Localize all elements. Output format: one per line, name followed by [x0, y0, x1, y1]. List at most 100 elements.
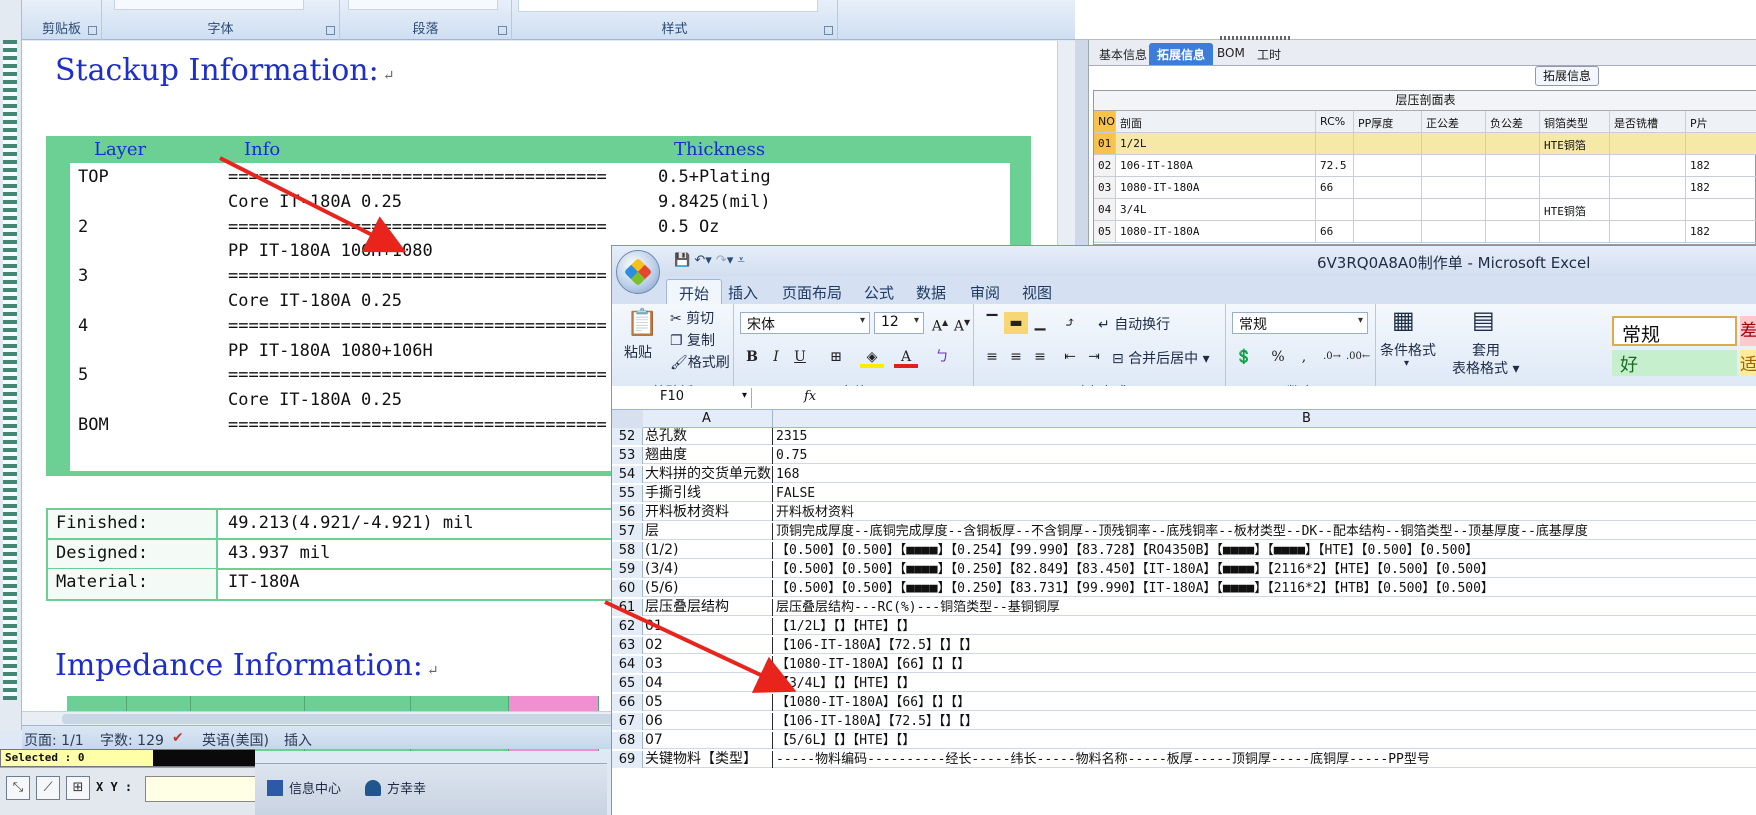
- sheet-grid[interactable]: 52 总孔数 2315 53 翘曲度 0.75 54 大料拼的交货单元数 168 55 手撕引线 FA…: [612, 428, 1756, 815]
- zoom-box-icon[interactable]: ⤡: [6, 776, 30, 800]
- save-icon[interactable]: 💾: [674, 253, 690, 268]
- cell-a[interactable]: 03: [643, 656, 773, 673]
- word-ribbon-group-font[interactable]: 字体: [102, 0, 340, 40]
- grid-cell[interactable]: [1486, 133, 1540, 155]
- grid-icon[interactable]: ⊞: [66, 776, 90, 800]
- row-header[interactable]: 60: [612, 580, 643, 597]
- grid-cell[interactable]: 182: [1686, 221, 1756, 243]
- grid-cell[interactable]: [1422, 155, 1486, 177]
- cell-a[interactable]: 07: [643, 732, 773, 749]
- cell-b[interactable]: 顶铜完成厚度--底铜完成厚度--含铜板厚--不含铜厚--顶残铜率--底残铜率--…: [774, 523, 1756, 540]
- grid-cell[interactable]: [1486, 155, 1540, 177]
- cell-a[interactable]: 05: [643, 694, 773, 711]
- select-all-corner[interactable]: [612, 410, 643, 428]
- sheet-row[interactable]: 68 07 【5/6L】【】【HTE】【】: [612, 732, 1756, 749]
- grid-cell[interactable]: [1486, 221, 1540, 243]
- style-neutral-cell[interactable]: 适: [1740, 350, 1756, 376]
- style-bad-cell[interactable]: 差: [1740, 316, 1756, 346]
- grid-cell[interactable]: [1316, 133, 1354, 155]
- sheet-row[interactable]: 52 总孔数 2315: [612, 428, 1756, 445]
- erp-tab[interactable]: 基本信息: [1091, 43, 1155, 65]
- row-header[interactable]: 63: [612, 637, 643, 654]
- spellcheck-icon[interactable]: ✔: [172, 730, 184, 746]
- percent-icon[interactable]: %: [1266, 346, 1290, 368]
- wrap-text-button[interactable]: ↵ 自动换行: [1098, 314, 1170, 334]
- grid-cell[interactable]: [1486, 199, 1540, 221]
- cell-a[interactable]: 总孔数: [643, 428, 773, 445]
- comma-icon[interactable]: ,: [1292, 346, 1316, 368]
- quick-access-toolbar[interactable]: 💾 ↶▾ ↷▾ ⩡: [674, 253, 745, 268]
- sheet-row[interactable]: 64 03 【1080-IT-180A】【66】【】【】: [612, 656, 1756, 673]
- cell-a[interactable]: 层: [643, 523, 773, 540]
- font-size-select[interactable]: 12 ▾: [874, 312, 924, 334]
- xy-input[interactable]: [145, 776, 257, 802]
- grid-header-cell[interactable]: P片: [1686, 111, 1756, 133]
- cell-a[interactable]: (3/4): [643, 561, 773, 578]
- sheet-row[interactable]: 58 (1/2) 【0.500】【0.500】【■■■■】【0.254】【99.99…: [612, 542, 1756, 559]
- grow-font-icon[interactable]: A▲: [928, 312, 952, 335]
- row-header[interactable]: 53: [612, 447, 643, 464]
- row-header[interactable]: 68: [612, 732, 643, 749]
- sheet-row[interactable]: 56 开料板材资料 开料板材资料: [612, 504, 1756, 521]
- grid-header-cell[interactable]: 是否铣槽: [1610, 111, 1686, 133]
- grid-cell[interactable]: 66: [1316, 177, 1354, 199]
- sheet-row[interactable]: 59 (3/4) 【0.500】【0.500】【■■■■】【0.250】【82.84…: [612, 561, 1756, 578]
- row-header[interactable]: 54: [612, 466, 643, 483]
- paste-button[interactable]: 粘贴: [624, 342, 652, 362]
- grid-cell[interactable]: [1486, 177, 1540, 199]
- row-header[interactable]: 64: [612, 656, 643, 673]
- font-color-icon[interactable]: A: [894, 346, 918, 368]
- align-top-icon[interactable]: ▔: [980, 312, 1004, 334]
- increase-decimal-icon[interactable]: .0→: [1320, 346, 1344, 368]
- excel-tab[interactable]: 页面布局: [782, 282, 842, 303]
- erp-tab[interactable]: 工时: [1249, 43, 1289, 65]
- row-header[interactable]: 62: [612, 618, 643, 635]
- cell-a[interactable]: 手撕引线: [643, 485, 773, 502]
- grid-row-number[interactable]: 02: [1094, 155, 1116, 177]
- excel-tab[interactable]: 插入: [728, 282, 758, 303]
- border-icon[interactable]: ⊞: [824, 346, 848, 368]
- grid-cell[interactable]: [1540, 221, 1610, 243]
- row-header[interactable]: 65: [612, 675, 643, 692]
- row-header[interactable]: 58: [612, 542, 643, 559]
- grid-cell[interactable]: [1610, 177, 1686, 199]
- sheet-row[interactable]: 61 层压叠层结构 层压叠层结构---RC(%)---铜箔类型--基铜铜厚: [612, 599, 1756, 616]
- cell-b[interactable]: 层压叠层结构---RC(%)---铜箔类型--基铜铜厚: [774, 599, 1756, 616]
- grid-header-cell[interactable]: NO: [1094, 111, 1116, 133]
- row-header[interactable]: 69: [612, 751, 643, 768]
- decrease-decimal-icon[interactable]: .00←: [1346, 346, 1370, 368]
- extended-info-button[interactable]: 拓展信息: [1535, 66, 1599, 86]
- measure-icon[interactable]: ⟋: [36, 776, 60, 800]
- sheet-row[interactable]: 63 02 【106-IT-180A】【72.5】【】【】: [612, 637, 1756, 654]
- row-header[interactable]: 56: [612, 504, 643, 521]
- shrink-font-icon[interactable]: A▼: [950, 312, 974, 335]
- increase-indent-icon[interactable]: ⇥: [1082, 346, 1106, 368]
- grid-cell[interactable]: [1354, 221, 1422, 243]
- grid-cell[interactable]: 72.5: [1316, 155, 1354, 177]
- align-left-icon[interactable]: ≡: [980, 346, 1004, 368]
- status-language[interactable]: 英语(美国): [202, 730, 269, 750]
- font-name-select[interactable]: 宋体 ▾: [740, 312, 870, 334]
- currency-icon[interactable]: 💲: [1232, 346, 1256, 368]
- cell-a[interactable]: 01: [643, 618, 773, 635]
- italic-icon[interactable]: I: [764, 346, 788, 368]
- align-right-icon[interactable]: ≡: [1028, 346, 1052, 368]
- grid-row-number[interactable]: 04: [1094, 199, 1116, 221]
- sheet-row[interactable]: 66 05 【1080-IT-180A】【66】【】【】: [612, 694, 1756, 711]
- grid-cell[interactable]: [1422, 199, 1486, 221]
- row-header[interactable]: 52: [612, 428, 643, 445]
- cell-b[interactable]: 【0.500】【0.500】【■■■■】【0.250】【82.849】【83.4…: [774, 561, 1756, 578]
- grid-row-number[interactable]: 03: [1094, 177, 1116, 199]
- row-header[interactable]: 67: [612, 713, 643, 730]
- word-ribbon-group-clipboard[interactable]: 剪贴板: [22, 0, 102, 40]
- row-header[interactable]: 66: [612, 694, 643, 711]
- status-word-count[interactable]: 字数: 129: [100, 730, 164, 750]
- grid-cell[interactable]: [1354, 177, 1422, 199]
- orientation-icon[interactable]: ⤴: [1058, 312, 1082, 334]
- grid-cell[interactable]: [1540, 177, 1610, 199]
- cell-b[interactable]: 【106-IT-180A】【72.5】【】【】: [774, 637, 1756, 654]
- cell-b[interactable]: 【1080-IT-180A】【66】【】【】: [774, 694, 1756, 711]
- sheet-row[interactable]: 65 04 【3/4L】【】【HTE】【】: [612, 675, 1756, 692]
- sheet-row[interactable]: 60 (5/6) 【0.500】【0.500】【■■■■】【0.250】【83.73…: [612, 580, 1756, 597]
- grid-header-cell[interactable]: 铜箔类型: [1540, 111, 1610, 133]
